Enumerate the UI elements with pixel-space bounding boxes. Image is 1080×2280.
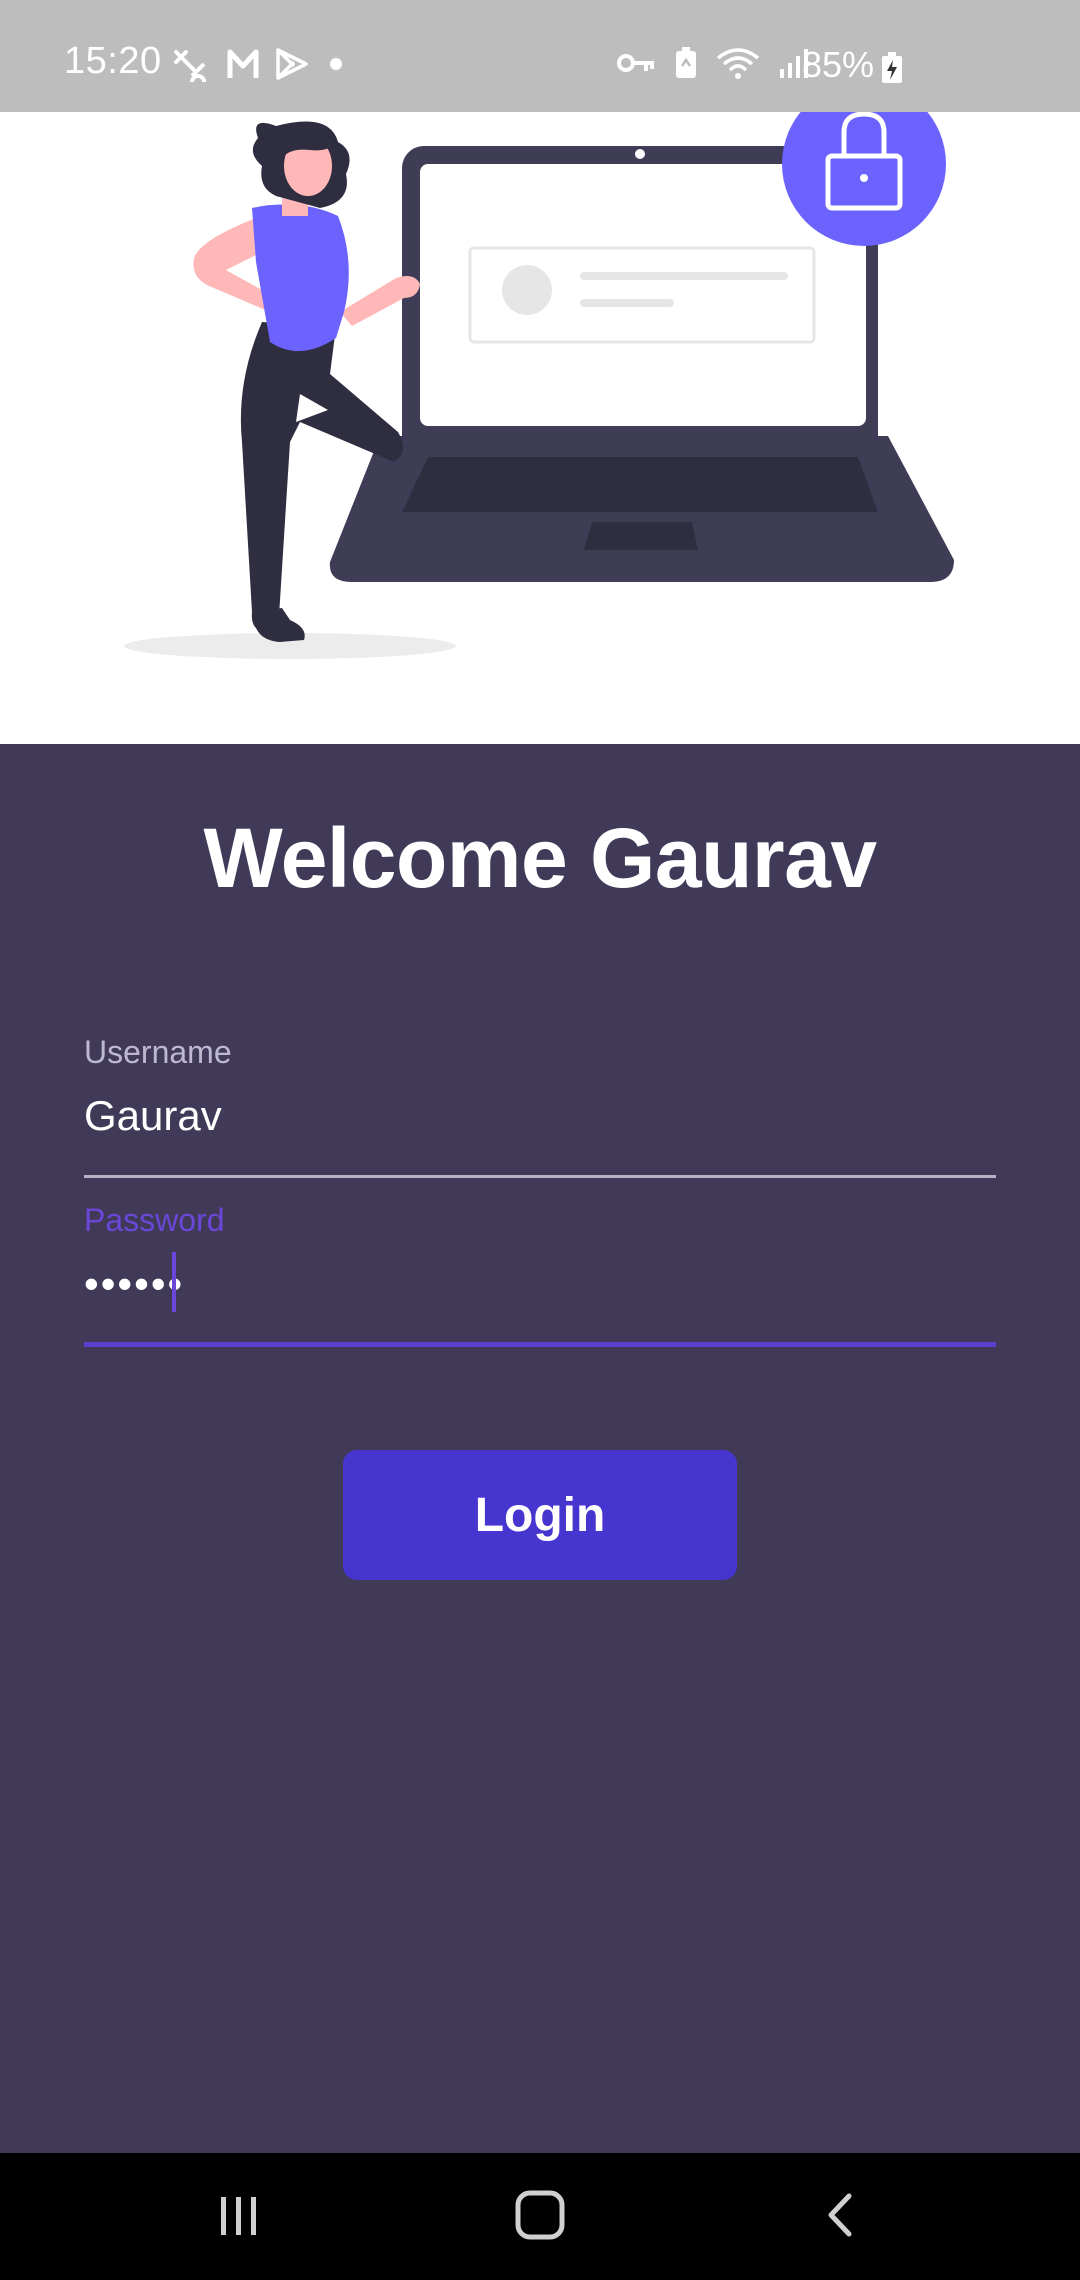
recents-icon: [221, 2197, 256, 2235]
username-label: Username: [84, 1034, 232, 1070]
password-label: Password: [84, 1202, 225, 1238]
username-underline: [84, 1175, 996, 1178]
dot-icon: [330, 58, 342, 70]
woman-with-laptop-lock-illustration: [124, 112, 954, 659]
home-icon: [515, 2190, 565, 2240]
page-title: Welcome Gaurav: [203, 811, 877, 905]
back-button[interactable]: [782, 2175, 902, 2255]
notification-icons: [172, 46, 348, 82]
gmail-icon: [227, 49, 259, 78]
login-form: Welcome Gaurav Username Gaurav Password …: [0, 744, 1080, 2153]
password-field[interactable]: ••••••: [84, 1260, 184, 1308]
text-caret: [172, 1252, 176, 1312]
login-button[interactable]: Login: [343, 1450, 737, 1580]
status-bar: 15:20 85%: [0, 0, 1080, 112]
battery-charging-icon: [882, 52, 902, 83]
play-store-icon: [276, 48, 308, 80]
wifi-icon: [716, 48, 760, 79]
password-underline: [84, 1342, 996, 1347]
system-nav-bar: [0, 2153, 1080, 2280]
recents-button[interactable]: [178, 2175, 298, 2255]
battery-percent: 85%: [802, 44, 875, 85]
login-button-label: Login: [474, 1488, 606, 1542]
tool-icon: [174, 50, 206, 82]
status-time: 15:20: [64, 40, 162, 82]
hero-illustration: [0, 112, 1080, 744]
vpn-key-icon: [617, 54, 654, 72]
system-icons: [616, 46, 812, 80]
back-icon: [828, 2193, 852, 2237]
username-field[interactable]: Gaurav: [84, 1092, 222, 1140]
home-button[interactable]: [480, 2175, 600, 2255]
battery-saver-icon: [676, 47, 696, 78]
